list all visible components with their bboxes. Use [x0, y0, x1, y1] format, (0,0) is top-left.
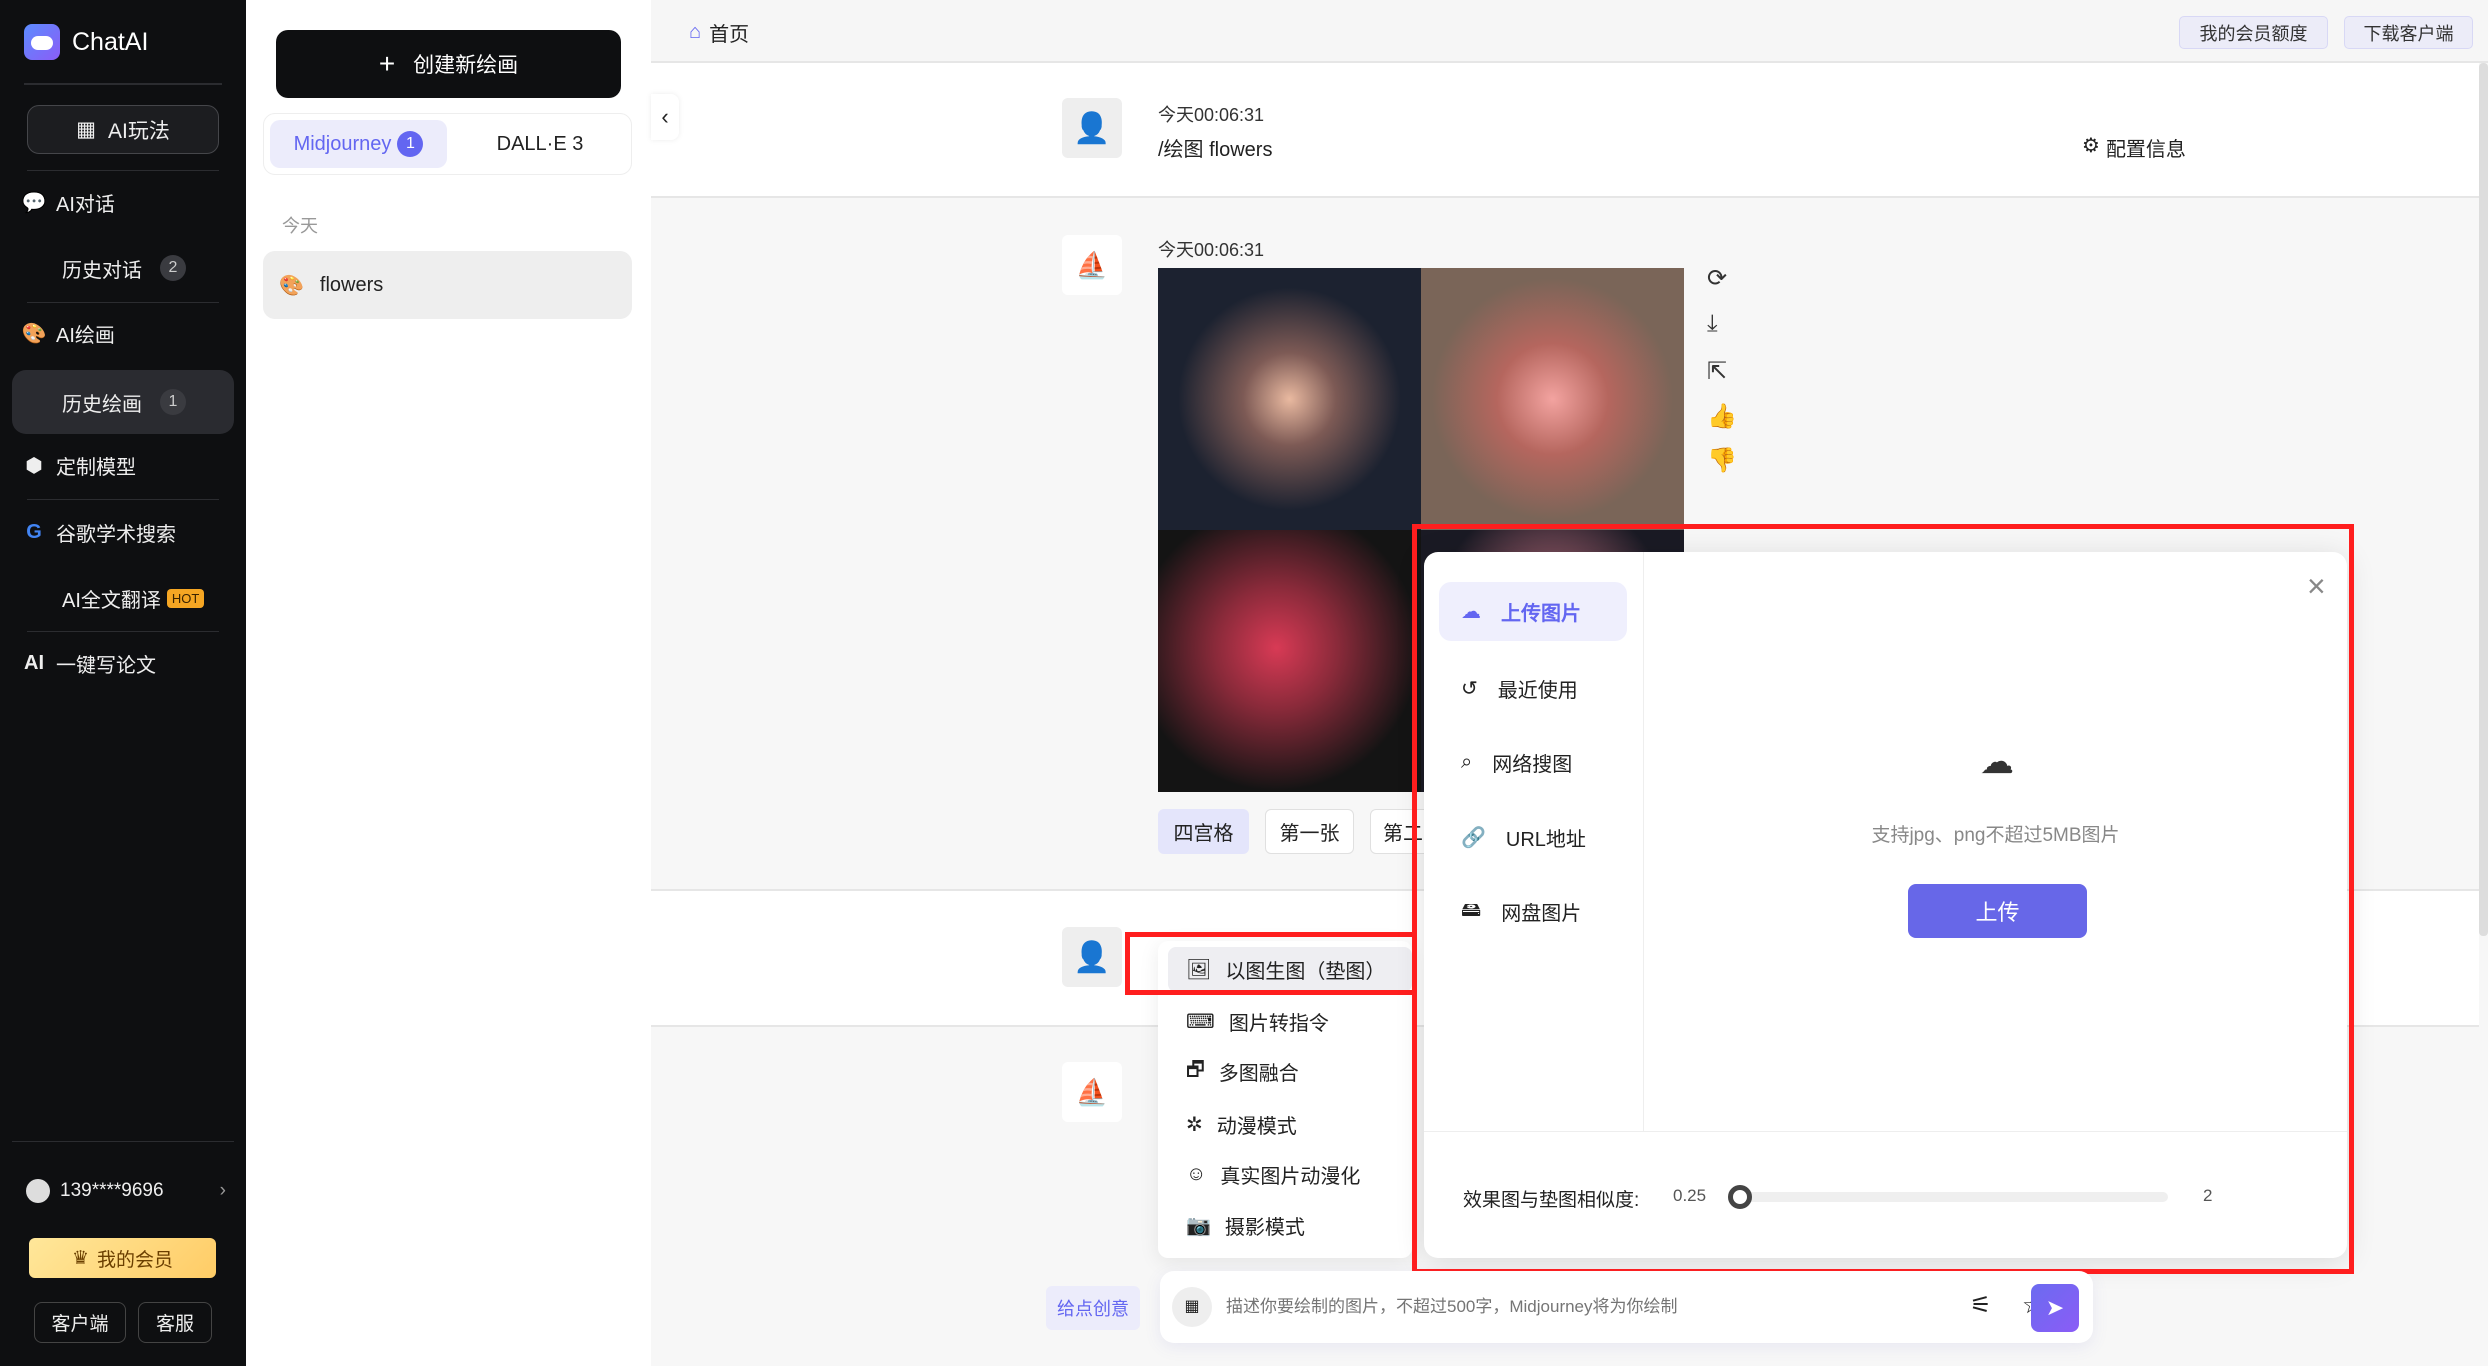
config-info-button[interactable]: ⚙ 配置信息 — [2082, 133, 2186, 162]
history-panel: + 创建新绘画 Midjourney 1 DALL·E 3 今天 🎨 flowers — [246, 0, 651, 1366]
ai-write-icon: AI — [24, 651, 44, 674]
sidebar-item-write-paper[interactable]: AI 一键写论文 — [12, 635, 234, 691]
thumbs-up-icon[interactable]: 👍 — [1707, 402, 1737, 431]
chevron-right-icon: › — [219, 1180, 226, 1201]
option-grid[interactable]: 四宫格 — [1158, 809, 1249, 854]
midjourney-sailboat-icon: ⛵ — [1062, 235, 1122, 295]
regenerate-icon[interactable]: ⟳ — [1707, 264, 1727, 293]
quota-button[interactable]: 我的会员额度 — [2179, 16, 2328, 49]
sidebar: ChatAI ▦ AI玩法 💬 AI对话 历史对话 2 🎨 AI绘画 历史绘画 1 ⬢ 定制… — [0, 0, 246, 1366]
idea-button[interactable]: 给点创意 — [1046, 1286, 1140, 1330]
highlight-box-menu — [1125, 932, 1417, 995]
menu-item-blend[interactable]: 🗗 多图融合 — [1168, 1049, 1412, 1094]
sidebar-item-drawing-history[interactable]: 历史绘画 1 — [12, 370, 234, 434]
menu-item-photography[interactable]: 📷 摄影模式 — [1168, 1203, 1412, 1248]
sidebar-item-ai-chat[interactable]: 💬 AI对话 — [12, 174, 234, 230]
google-icon: G — [26, 520, 42, 543]
midjourney-sailboat-icon: ⛵ — [1062, 1062, 1122, 1122]
user-avatar: 👤 — [1062, 98, 1122, 158]
chat-icon: 💬 — [21, 191, 47, 214]
terminal-icon: ⌨ — [1186, 1011, 1215, 1033]
settings-sliders-icon[interactable]: ⚟ — [1970, 1291, 1992, 1320]
image-1[interactable] — [1158, 268, 1421, 530]
avatar — [26, 1179, 50, 1203]
sidebar-item-translate[interactable]: AI全文翻译 HOT — [12, 570, 234, 626]
brand-name: ChatAI — [72, 28, 149, 56]
sidebar-item-ai-drawing[interactable]: 🎨 AI绘画 — [12, 305, 234, 361]
image-2[interactable] — [1421, 268, 1684, 530]
apps-icon[interactable]: ▦ — [1172, 1287, 1212, 1327]
create-drawing-button[interactable]: + 创建新绘画 — [276, 30, 621, 98]
grid-icon: ▦ — [76, 118, 96, 141]
user-avatar: 👤 — [1062, 927, 1122, 987]
client-button[interactable]: 客户端 — [34, 1302, 126, 1343]
option-first[interactable]: 第一张 — [1265, 809, 1354, 854]
user-profile[interactable]: 139****9696 › — [26, 1176, 226, 1206]
top-bar: ⌂ 首页 我的会员额度 下载客户端 — [651, 0, 2488, 63]
plus-icon: + — [378, 48, 396, 79]
send-button[interactable]: ➤ — [2031, 1284, 2079, 1332]
camera-icon: 📷 — [1186, 1215, 1211, 1237]
sidebar-item-chat-history[interactable]: 历史对话 2 — [12, 240, 234, 296]
prompt-input[interactable] — [1226, 1287, 1926, 1327]
share-icon[interactable]: ⇱ — [1707, 357, 1727, 386]
sidebar-item-custom-model[interactable]: ⬢ 定制模型 — [12, 437, 234, 493]
highlight-box-modal — [1412, 524, 2354, 1274]
menu-item-photo-to-anime[interactable]: ☺ 真实图片动漫化 — [1168, 1152, 1412, 1197]
palette-icon: 🎨 — [279, 274, 304, 297]
download-client-button[interactable]: 下载客户端 — [2344, 16, 2473, 49]
menu-item-anime[interactable]: ✲ 动漫模式 — [1168, 1102, 1412, 1147]
tab-dalle3[interactable]: DALL·E 3 — [454, 120, 626, 168]
message-text: /绘图 flowers — [1158, 139, 1273, 161]
ai-play-button[interactable]: ▦ AI玩法 — [27, 105, 219, 154]
images-icon: 🗗 — [1186, 1058, 1205, 1081]
anime-icon: ✲ — [1186, 1114, 1203, 1136]
palette-icon: 🎨 — [21, 322, 47, 345]
message-user: 👤 今天00:06:31 /绘图 flowers ⚙ 配置信息 — [651, 63, 2479, 198]
hot-badge: HOT — [166, 588, 205, 608]
home-icon: ⌂ — [689, 21, 702, 43]
message-time: 今天00:06:31 — [1158, 240, 1265, 260]
thumbs-down-icon[interactable]: 👎 — [1707, 446, 1737, 475]
download-icon[interactable]: ⤓ — [1707, 310, 1718, 338]
menu-item-image-to-prompt[interactable]: ⌨ 图片转指令 — [1168, 999, 1412, 1044]
my-membership-button[interactable]: ♛ 我的会员 — [29, 1238, 216, 1278]
ai-hex-icon: ⬢ — [25, 454, 43, 477]
main-area: ⌂ 首页 我的会员额度 下载客户端 👤 今天00:06:31 /绘图 flower… — [651, 0, 2488, 1366]
model-tabs: Midjourney 1 DALL·E 3 — [263, 113, 632, 175]
image-3[interactable] — [1158, 530, 1421, 792]
sidebar-item-google-scholar[interactable]: G 谷歌学术搜索 — [12, 504, 234, 560]
tab-midjourney[interactable]: Midjourney 1 — [270, 120, 447, 168]
breadcrumb-home[interactable]: ⌂ 首页 — [689, 18, 749, 47]
message-time: 今天00:06:31 — [1158, 105, 1265, 125]
crown-icon: ♛ — [71, 1247, 90, 1269]
gear-icon: ⚙ — [2082, 135, 2100, 157]
prompt-input-box: ▦ ⚟ ☆ ➤ — [1160, 1271, 2093, 1343]
group-label: 今天 — [282, 216, 318, 236]
history-item[interactable]: 🎨 flowers — [263, 251, 632, 319]
collapse-panel-button[interactable]: ‹ — [651, 94, 679, 140]
scrollbar[interactable] — [2479, 63, 2488, 936]
robot-logo-icon — [24, 24, 60, 60]
service-button[interactable]: 客服 — [138, 1302, 212, 1343]
mask-icon: ☺ — [1186, 1163, 1207, 1185]
